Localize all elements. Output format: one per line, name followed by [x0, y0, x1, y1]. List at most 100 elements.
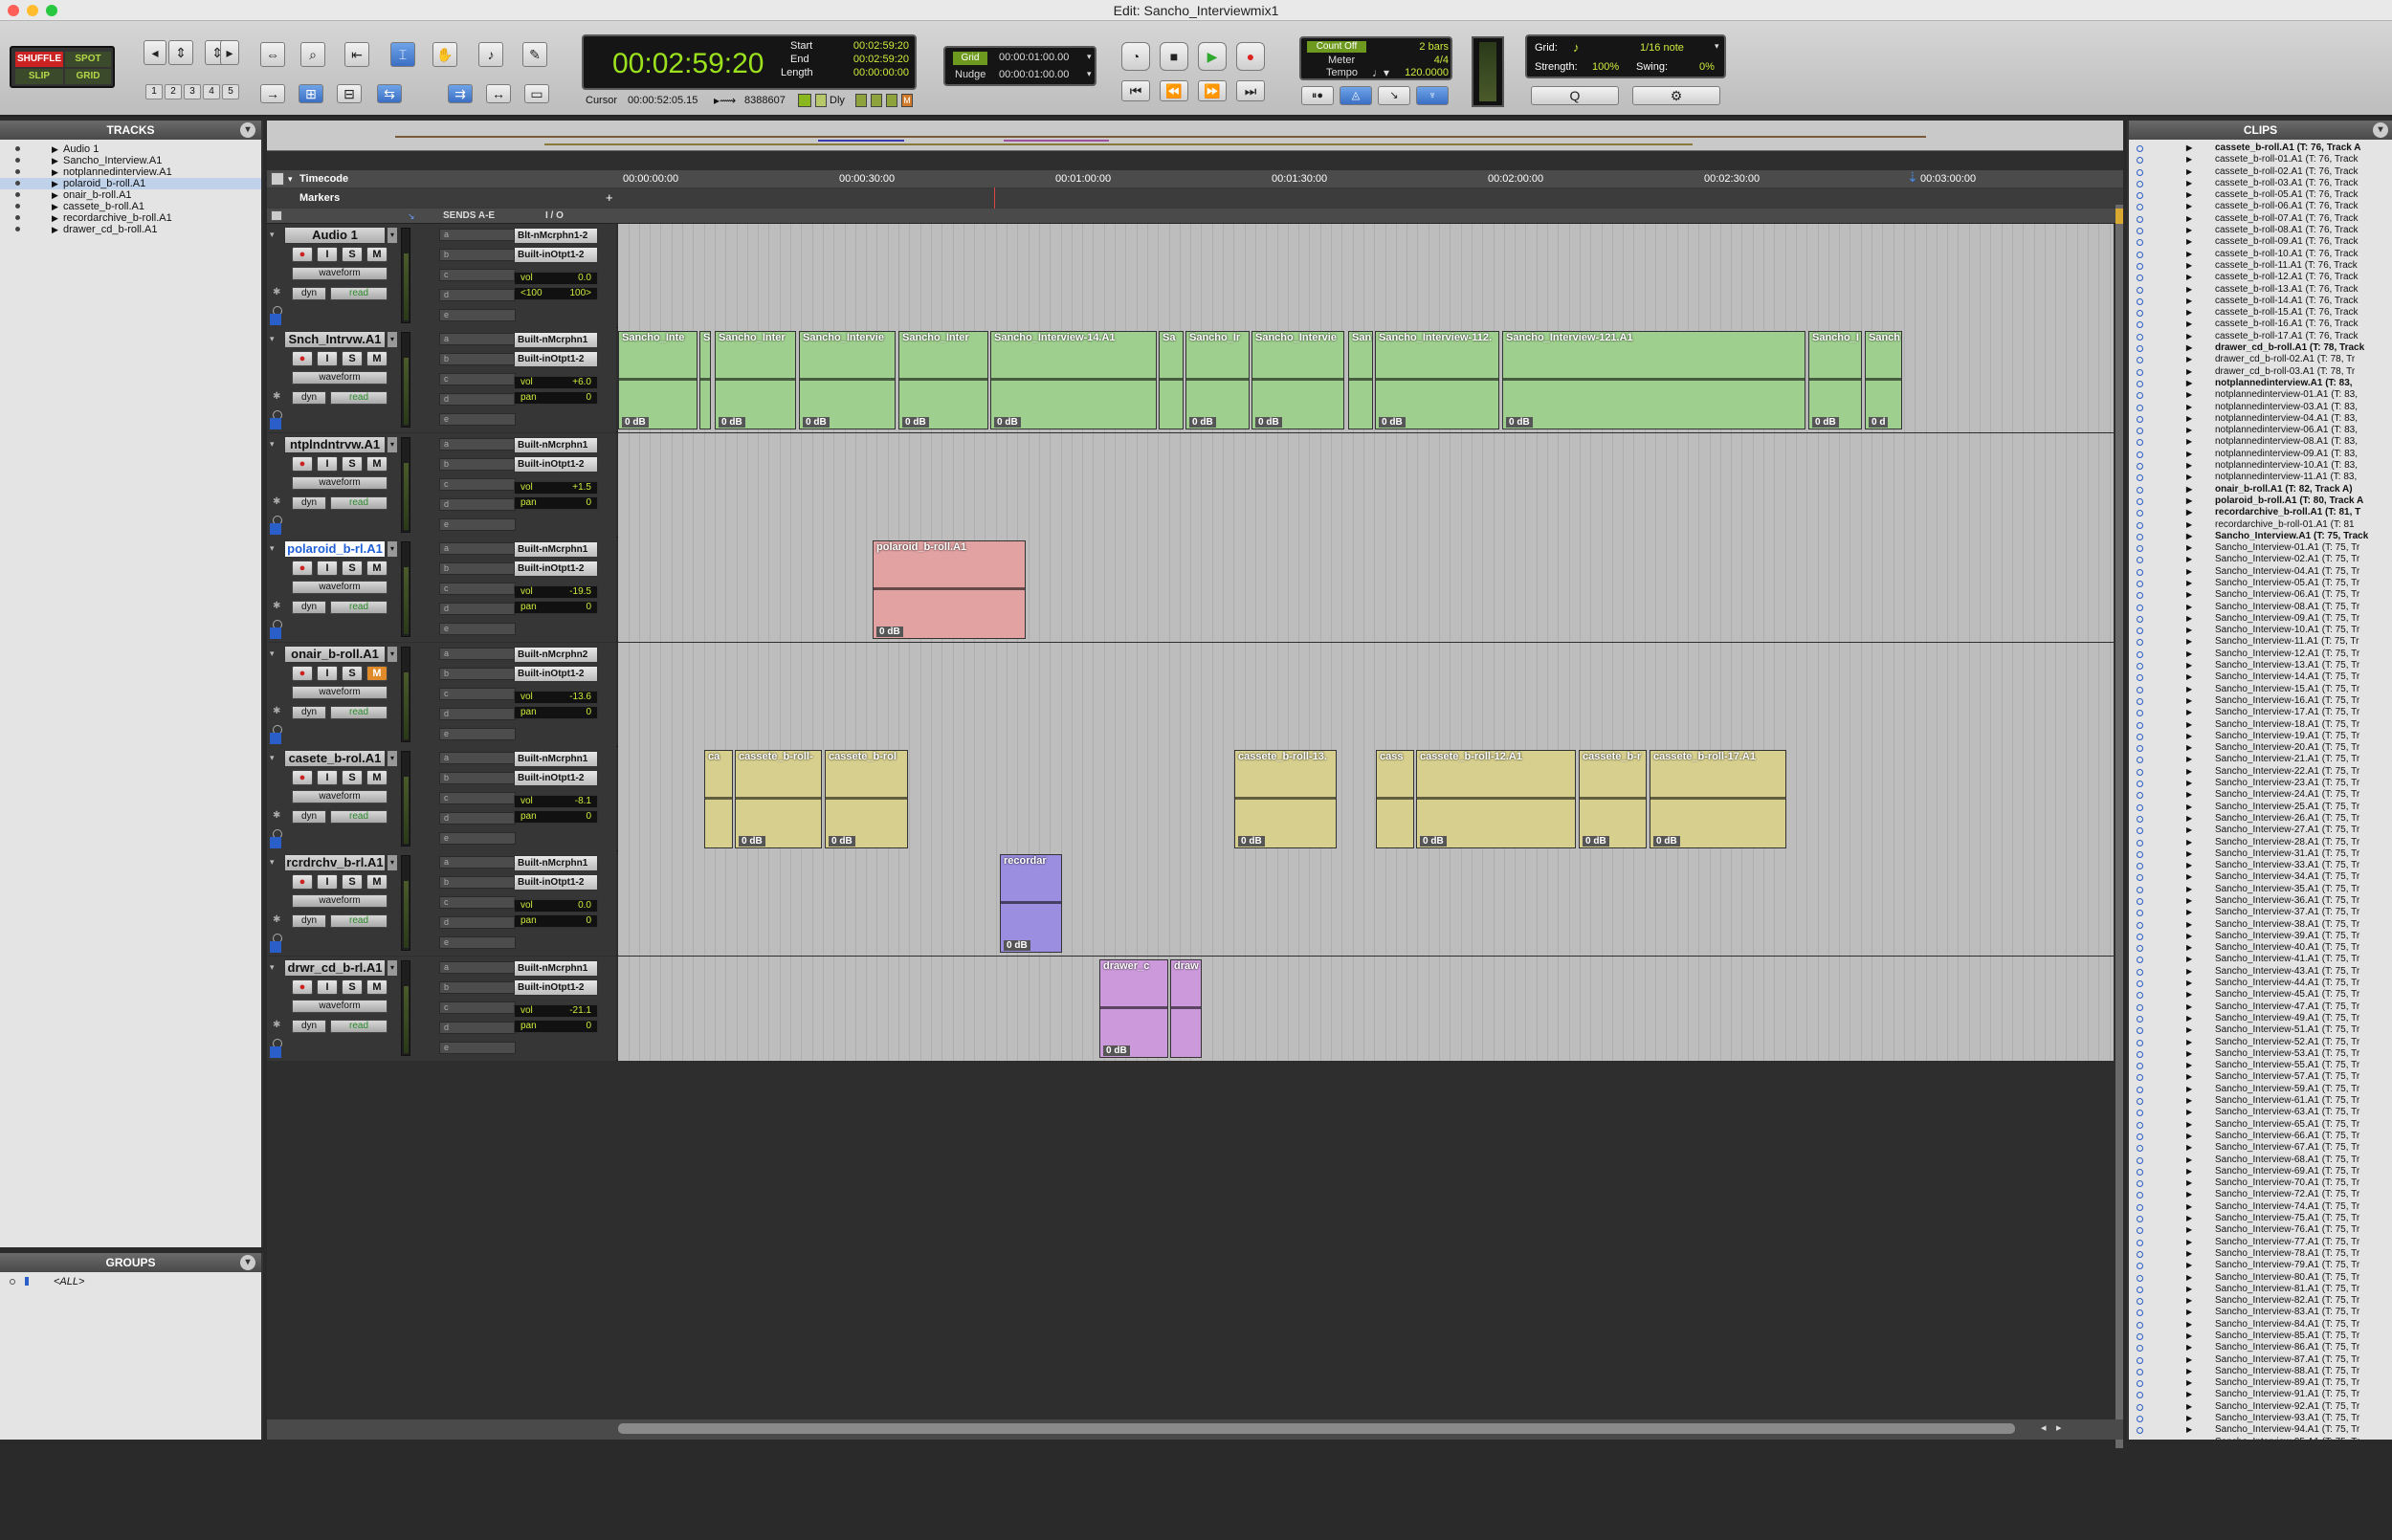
expand-icon[interactable]: ▶ — [2186, 296, 2192, 307]
clip-gain[interactable]: 0 dB — [803, 417, 830, 428]
audio-clip[interactable]: cassete_b-r0 dB — [1579, 750, 1647, 848]
mute-button[interactable]: M — [366, 666, 388, 681]
clip-gain[interactable]: 0 dB — [1420, 836, 1447, 847]
expand-icon[interactable]: ▶ — [2186, 1389, 2192, 1400]
clip-list-item[interactable]: ▶Sancho_Interview-01.A1 (T: 75, Tr — [2129, 542, 2392, 554]
track-view-selector[interactable]: waveform — [292, 371, 388, 385]
clip-list-item[interactable]: ▶Sancho_Interview-17.A1 (T: 75, Tr — [2129, 707, 2392, 718]
audio-clip[interactable]: Sancho_Interview-14.A10 dB — [990, 331, 1157, 429]
expand-icon[interactable]: ▶ — [2186, 1307, 2192, 1318]
mute-button[interactable]: M — [366, 770, 388, 785]
output-selector[interactable]: Built-inOtpt1-2 — [514, 456, 598, 473]
cycle-icon[interactable] — [886, 94, 897, 107]
clip-list-item[interactable]: ▶cassete_b-roll-03.A1 (T: 76, Track — [2129, 178, 2392, 189]
expand-icon[interactable]: ▶ — [2186, 436, 2192, 448]
minimize-window-button[interactable] — [27, 5, 38, 16]
track-view-selector[interactable]: waveform — [292, 790, 388, 803]
track-name[interactable]: Audio 1 — [284, 227, 386, 244]
link-timeline-icon[interactable]: ⊞ — [299, 84, 323, 103]
expand-icon[interactable]: ▶ — [2186, 671, 2192, 683]
audio-clip[interactable]: Sa — [1159, 331, 1184, 429]
audio-clip[interactable]: Sancho_Interview-121.A10 dB — [1502, 331, 1805, 429]
track-name-menu-icon[interactable]: ▾ — [388, 332, 397, 347]
track-playlist-lane[interactable]: cacassete_b-roll-0 dBcassete_b-rol0 dBca… — [618, 747, 2114, 851]
zoom-window-button[interactable] — [46, 5, 57, 16]
column-sort-icon[interactable]: ↘ — [408, 209, 415, 224]
expand-icon[interactable]: ▶ — [2186, 1189, 2192, 1200]
spot-mode-button[interactable]: SPOT — [65, 52, 111, 67]
main-counter[interactable]: 00:02:59:20 — [612, 48, 764, 80]
zoom-preset-1[interactable]: 1 — [145, 84, 163, 99]
audio-clip[interactable]: ca — [704, 750, 733, 848]
clip-list-item[interactable]: ▶Sancho_Interview-84.A1 (T: 75, Tr — [2129, 1319, 2392, 1331]
expand-icon[interactable]: ▶ — [2186, 919, 2192, 931]
solo-button[interactable]: S — [342, 666, 363, 681]
clip-gain[interactable]: 0 dB — [1238, 836, 1265, 847]
zoom-preset-2[interactable]: 2 — [165, 84, 182, 99]
expand-icon[interactable]: ▶ — [2186, 378, 2192, 389]
group-icon[interactable] — [855, 94, 867, 107]
clip-list-item[interactable]: ▶Sancho_Interview-83.A1 (T: 75, Tr — [2129, 1307, 2392, 1318]
send-slot[interactable]: c — [439, 688, 516, 700]
track-name-menu-icon[interactable]: ▾ — [388, 437, 397, 452]
expand-icon[interactable]: ▶ — [2186, 1166, 2192, 1177]
track-name[interactable]: polaroid_b-rl.A1 — [284, 540, 386, 558]
automation-mode-selector[interactable]: read — [330, 287, 388, 300]
send-slot[interactable]: d — [439, 1022, 516, 1034]
grid-note-value[interactable]: 1/16 note — [1640, 42, 1684, 54]
close-window-button[interactable] — [8, 5, 19, 16]
clip-list-item[interactable]: ▶Sancho_Interview-65.A1 (T: 75, Tr — [2129, 1119, 2392, 1131]
clip-list-item[interactable]: ▶Sancho_Interview-87.A1 (T: 75, Tr — [2129, 1354, 2392, 1366]
tracks-list-item[interactable]: ▶recordarchive_b-roll.A1 — [0, 212, 261, 224]
ruler-menu-icon[interactable] — [271, 172, 284, 186]
expand-icon[interactable]: ▶ — [2186, 354, 2192, 365]
expand-icon[interactable]: ▶ — [2186, 695, 2192, 707]
expand-icon[interactable]: ▶ — [2186, 1424, 2192, 1436]
expand-icon[interactable]: ▶ — [2186, 1213, 2192, 1224]
clip-list-item[interactable]: ▶Sancho_Interview.A1 (T: 75, Track — [2129, 531, 2392, 542]
pan-control[interactable]: pan0 — [514, 391, 598, 405]
expand-icon[interactable]: ▶ — [2186, 1319, 2192, 1331]
expand-icon[interactable]: ▶ — [2186, 1071, 2192, 1083]
shuffle-mode-button[interactable]: SHUFFLE — [15, 52, 63, 67]
clip-list-item[interactable]: ▶Sancho_Interview-15.A1 (T: 75, Tr — [2129, 684, 2392, 695]
input-selector[interactable]: Built-nMcrphn2 — [514, 647, 598, 663]
clip-list-item[interactable]: ▶Sancho_Interview-81.A1 (T: 75, Tr — [2129, 1284, 2392, 1295]
clip-list-item[interactable]: ▶Sancho_Interview-10.A1 (T: 75, Tr — [2129, 625, 2392, 636]
expand-icon[interactable]: ▶ — [2186, 660, 2192, 671]
clip-list-item[interactable]: ▶Sancho_Interview-45.A1 (T: 75, Tr — [2129, 989, 2392, 1001]
expand-icon[interactable]: ▶ — [2186, 531, 2192, 542]
mute-button[interactable]: M — [366, 351, 388, 366]
track-view-selector[interactable]: waveform — [292, 686, 388, 699]
audio-zoom-out-icon[interactable]: ⇕ — [168, 40, 193, 65]
clip-list-item[interactable]: ▶cassete_b-roll-01.A1 (T: 76, Track — [2129, 154, 2392, 165]
zoom-preset-3[interactable]: 3 — [184, 84, 201, 99]
automation-mode-selector[interactable]: read — [330, 496, 388, 510]
fast-forward-icon[interactable]: ⏩ — [1198, 80, 1227, 101]
track-expand-icon[interactable]: ▾ — [270, 649, 275, 659]
input-monitor-button[interactable]: I — [317, 247, 338, 262]
end-value[interactable]: 00:02:59:20 — [842, 54, 909, 65]
universe-overview[interactable] — [267, 121, 2123, 151]
clip-list-item[interactable]: ▶notplannedinterview-10.A1 (T: 83, — [2129, 460, 2392, 472]
clip-list-item[interactable]: ▶Sancho_Interview-35.A1 (T: 75, Tr — [2129, 884, 2392, 895]
grabber-tool-icon[interactable]: ✋ — [432, 42, 457, 67]
track-playlist-lane[interactable] — [618, 433, 2114, 538]
dyn-button[interactable]: dyn — [292, 914, 326, 928]
expand-icon[interactable]: ▶ — [52, 178, 58, 189]
expand-icon[interactable]: ▶ — [2186, 860, 2192, 871]
dyn-button[interactable]: dyn — [292, 496, 326, 510]
tracks-list-item[interactable]: ▶drawer_cd_b-roll.A1 — [0, 224, 261, 235]
expand-icon[interactable]: ▶ — [2186, 931, 2192, 942]
audio-clip[interactable]: cass — [1376, 750, 1414, 848]
send-slot[interactable]: d — [439, 393, 516, 406]
send-slot[interactable]: e — [439, 936, 516, 949]
trim-tool-icon[interactable]: ⇤ — [344, 42, 369, 67]
solo-button[interactable]: S — [342, 456, 363, 472]
clip-list-item[interactable]: ▶Sancho_Interview-44.A1 (T: 75, Tr — [2129, 978, 2392, 989]
zoom-out-icon[interactable]: ◂ — [144, 40, 166, 65]
expand-icon[interactable]: ▶ — [2186, 1037, 2192, 1048]
track-name-menu-icon[interactable]: ▾ — [388, 228, 397, 243]
expand-icon[interactable]: ▶ — [2186, 1342, 2192, 1353]
clip-list-item[interactable]: ▶Sancho_Interview-28.A1 (T: 75, Tr — [2129, 837, 2392, 848]
